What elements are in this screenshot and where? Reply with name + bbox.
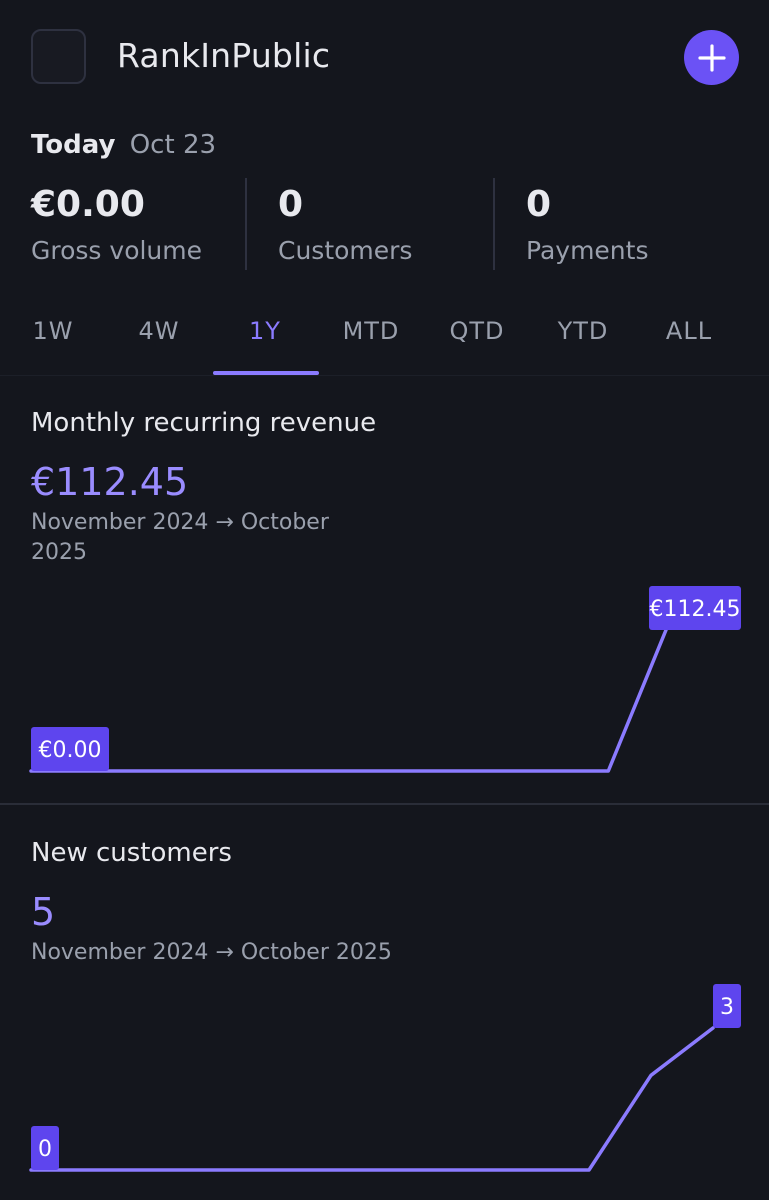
tab-4w[interactable]: 4W bbox=[106, 296, 212, 372]
stat-caption: Payments bbox=[526, 236, 649, 265]
tab-1y[interactable]: 1Y bbox=[212, 296, 318, 372]
new-customers-chart[interactable]: 03 bbox=[0, 980, 769, 1180]
stat-divider bbox=[493, 178, 495, 270]
today-label: Today bbox=[31, 130, 116, 160]
stat-payments[interactable]: 0 Payments bbox=[526, 178, 648, 270]
stat-value: 0 bbox=[278, 184, 304, 225]
mrr-title: Monthly recurring revenue bbox=[31, 408, 377, 438]
end-data-label: €112.45 bbox=[650, 597, 741, 622]
today-date: Oct 23 bbox=[129, 130, 217, 160]
add-button[interactable] bbox=[684, 30, 739, 85]
tab-qtd[interactable]: QTD bbox=[424, 296, 530, 372]
tab-all[interactable]: ALL bbox=[636, 296, 742, 372]
tab-1w[interactable]: 1W bbox=[0, 296, 106, 372]
period-tabs: 1W 4W 1Y MTD QTD YTD ALL bbox=[0, 296, 769, 376]
stat-caption: Customers bbox=[278, 236, 413, 265]
stat-caption: Gross volume bbox=[31, 236, 203, 265]
stats-row: €0.00 Gross volume 0 Customers 0 Payment… bbox=[0, 178, 769, 270]
app-title: RankInPublic bbox=[117, 36, 331, 75]
section-divider bbox=[0, 803, 769, 805]
new-customers-title: New customers bbox=[31, 838, 232, 868]
stat-value: €0.00 bbox=[31, 184, 145, 225]
start-data-label: 0 bbox=[38, 1137, 52, 1162]
app-header: RankInPublic bbox=[0, 0, 769, 120]
stat-customers[interactable]: 0 Customers bbox=[278, 178, 412, 270]
tabs-border bbox=[0, 375, 769, 376]
new-customers-range: November 2024 → October 2025 bbox=[31, 940, 392, 965]
new-customers-value: 5 bbox=[31, 890, 56, 934]
today-row: Today Oct 23 bbox=[31, 130, 216, 160]
stat-value: 0 bbox=[526, 184, 552, 225]
stat-divider bbox=[245, 178, 247, 270]
end-data-label: 3 bbox=[720, 995, 734, 1020]
mrr-value: €112.45 bbox=[31, 460, 189, 504]
tab-mtd[interactable]: MTD bbox=[318, 296, 424, 372]
mrr-range: November 2024 → October 2025 bbox=[31, 510, 329, 565]
start-data-label: €0.00 bbox=[39, 738, 102, 763]
tab-ytd[interactable]: YTD bbox=[530, 296, 636, 372]
series-line bbox=[29, 1026, 715, 1172]
app-logo-placeholder[interactable] bbox=[31, 29, 86, 84]
stat-gross-volume[interactable]: €0.00 Gross volume bbox=[31, 178, 202, 270]
series-line bbox=[29, 628, 668, 773]
mrr-chart[interactable]: €0.00 €112.45 bbox=[0, 580, 769, 780]
plus-icon bbox=[697, 43, 726, 72]
